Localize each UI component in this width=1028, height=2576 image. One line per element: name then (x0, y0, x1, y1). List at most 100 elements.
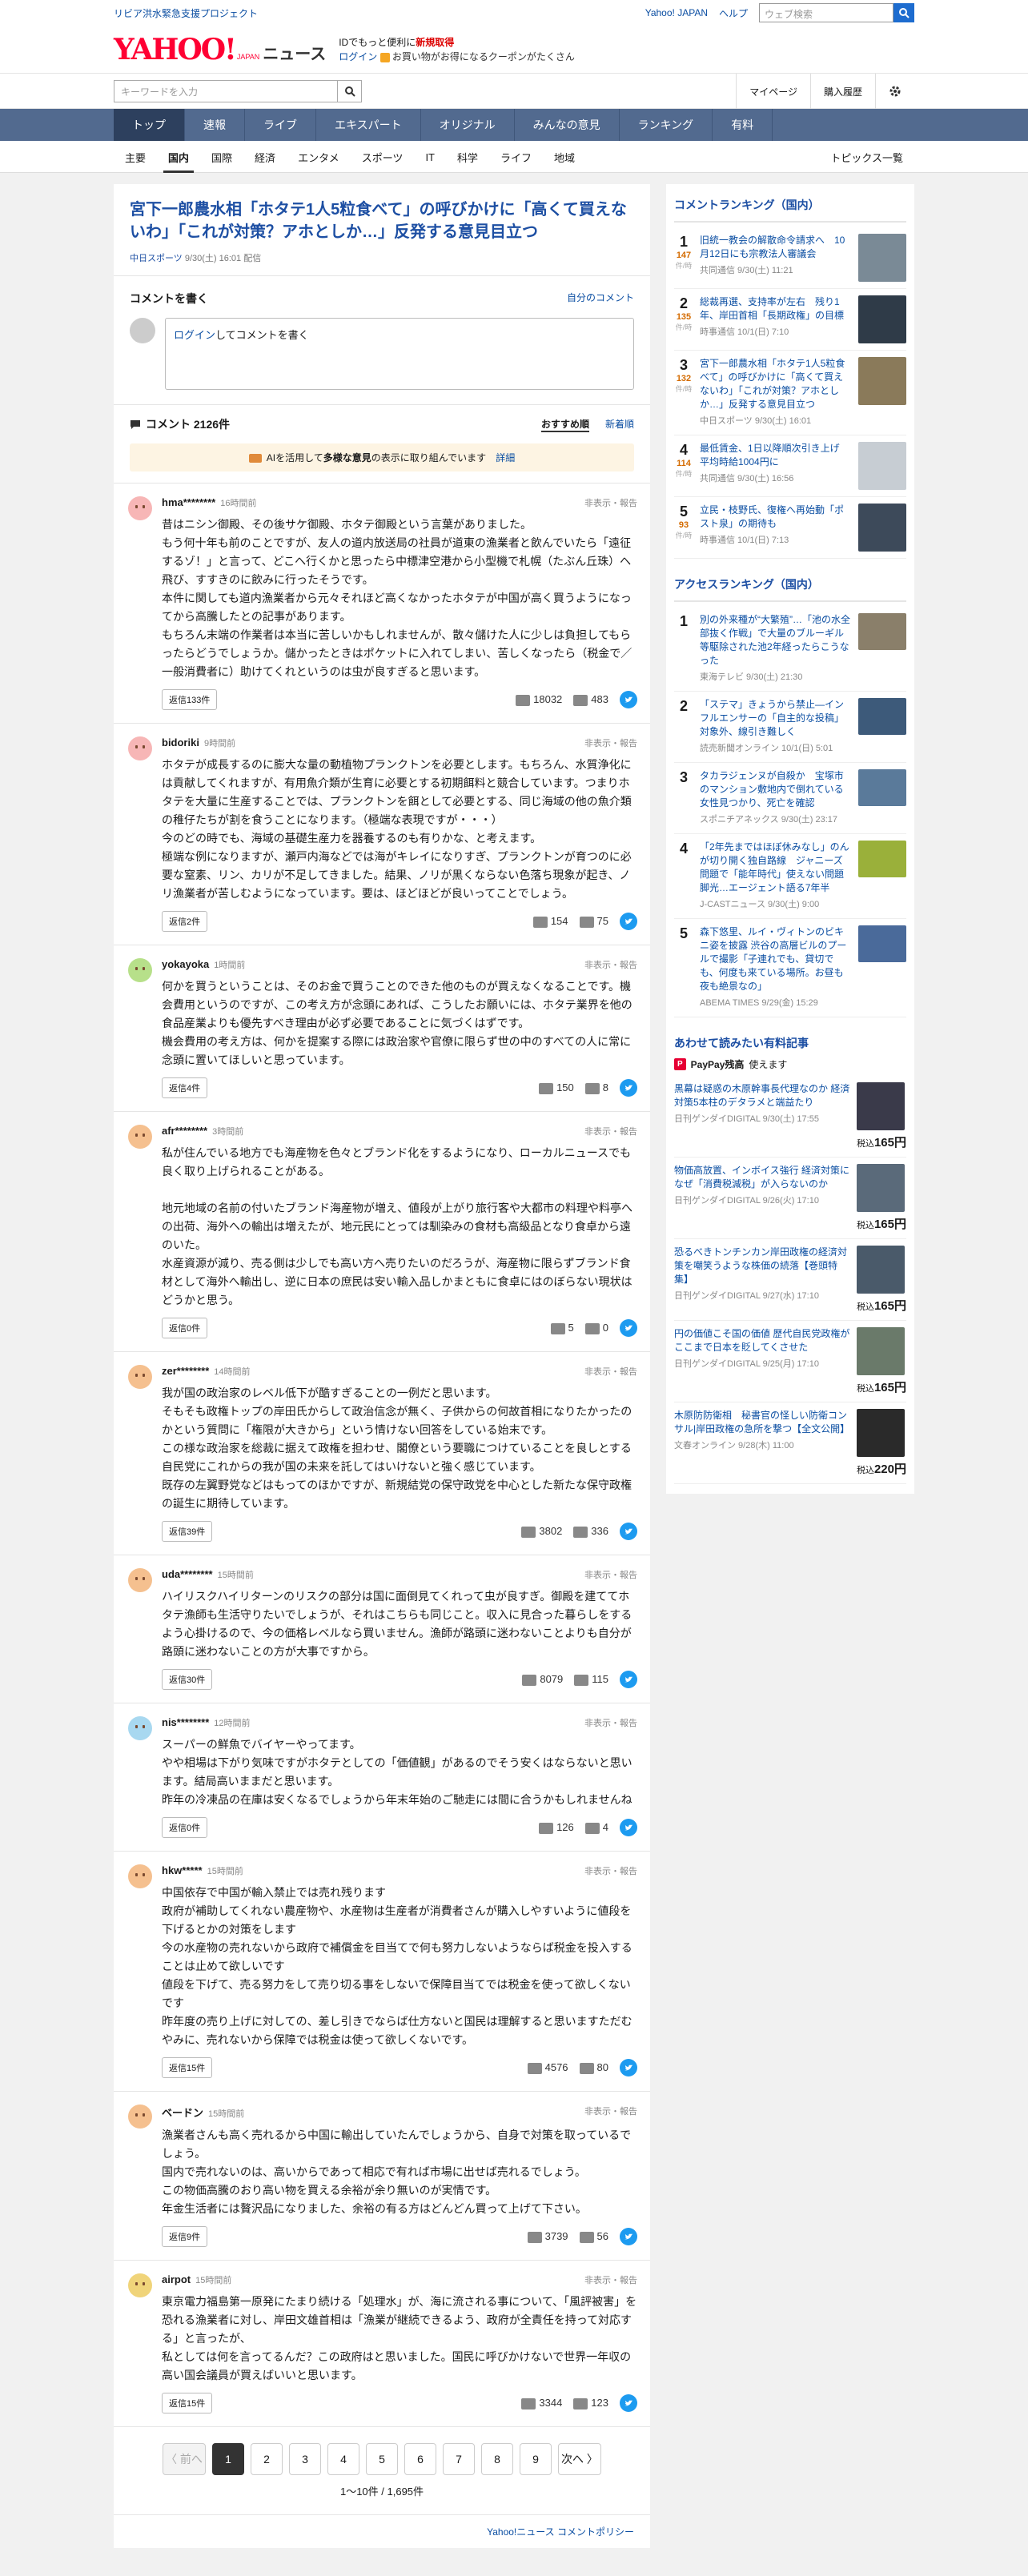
replies-button[interactable]: 返信15件 (162, 2057, 213, 2078)
signup-link[interactable]: 新規取得 (416, 37, 454, 48)
comment-user[interactable]: afr******** (162, 1125, 207, 1137)
empathize-button[interactable]: 154 (532, 915, 568, 928)
hide-report-link[interactable]: 非表示・報告 (584, 736, 637, 749)
ai-detail-link[interactable]: 詳細 (496, 452, 515, 463)
empathize-button[interactable]: 3344 (521, 2397, 562, 2409)
ranking-item[interactable]: 1 147 件/時 旧統一教会の解散命令請求へ 10月12日にも宗教法人審議会 共同通信… (674, 227, 906, 289)
ranking-item[interactable]: 5 森下悠里、ルイ・ヴィトンのビキニ姿を披露 渋谷の高層ビルのプールで撮影「子連れ… (674, 919, 906, 1017)
thumbnail-image[interactable] (856, 1327, 905, 1375)
comment-user[interactable]: zer******** (162, 1365, 209, 1377)
cat-life[interactable]: ライフ (489, 141, 543, 173)
cat-local[interactable]: 地域 (543, 141, 586, 173)
gnav-original[interactable]: オリジナル (421, 109, 515, 141)
empathize-button[interactable]: 150 (539, 1081, 574, 1094)
empathize-button[interactable]: 8079 (522, 1673, 563, 1686)
cat-science[interactable]: 科学 (446, 141, 489, 173)
ranking-title[interactable]: 立民・枝野氏、復権へ再始動「ポスト泉」の期待も (700, 504, 844, 529)
twitter-share-icon[interactable] (620, 2394, 637, 2412)
paid-article-item[interactable]: 黒幕は疑惑の木原幹事長代理なのか 経済対策5本柱のデタラメと端益たり 日刊ゲンダイ… (674, 1076, 906, 1158)
topics-list-link[interactable]: トピックス一覧 (819, 141, 914, 173)
page-2[interactable]: 2 (251, 2443, 283, 2475)
replies-button[interactable]: 返信30件 (162, 1669, 213, 1690)
empathize-button[interactable]: 18032 (516, 693, 562, 706)
twitter-share-icon[interactable] (620, 1523, 637, 1540)
thumbnail-image[interactable] (856, 1082, 905, 1130)
paid-article-item[interactable]: 円の価値こそ国の価値 歴代自民党政権がここまで日本を貶してくさせた 日刊ゲンダイD… (674, 1321, 906, 1402)
comment-user[interactable]: hma******** (162, 496, 215, 508)
comment-user[interactable]: hkw***** (162, 1864, 203, 1876)
empathize-button[interactable]: 4576 (527, 2061, 568, 2074)
article-source[interactable]: 中日スポーツ (130, 254, 183, 263)
ranking-title[interactable]: 「2年先まではほぼ休みなし」のんが切り開く独自路線 ジャニーズ問題で「能年時代」… (700, 841, 849, 893)
twitter-share-icon[interactable] (620, 2228, 637, 2245)
paid-article-title[interactable]: 黒幕は疑惑の木原幹事長代理なのか 経済対策5本柱のデタラメと端益たり (674, 1083, 849, 1108)
ranking-item[interactable]: 1 別の外来種が“大繁殖”…「池の水全部抜く作戦」で大量のブルーギル等駆除された池… (674, 607, 906, 692)
replies-button[interactable]: 返信9件 (162, 2226, 208, 2247)
disagree-button[interactable]: 56 (579, 2230, 608, 2243)
thumbnail-image[interactable] (858, 442, 906, 490)
replies-button[interactable]: 返信2件 (162, 911, 208, 932)
thumbnail-image[interactable] (858, 295, 906, 343)
page-5[interactable]: 5 (366, 2443, 398, 2475)
cat-entertainment[interactable]: エンタメ (287, 141, 351, 173)
comment-user[interactable]: uda******** (162, 1568, 213, 1580)
thumbnail-image[interactable] (858, 357, 906, 405)
page-9[interactable]: 9 (520, 2443, 552, 2475)
comment-user[interactable]: yokayoka (162, 958, 209, 970)
replies-button[interactable]: 返信15件 (162, 2393, 213, 2413)
compose-login-link[interactable]: ログイン (174, 329, 215, 341)
hide-report-link[interactable]: 非表示・報告 (584, 958, 637, 971)
disaster-support-link[interactable]: リビア洪水緊急支援プロジェクト (114, 6, 258, 20)
empathize-button[interactable]: 126 (539, 1821, 574, 1834)
hide-report-link[interactable]: 非表示・報告 (584, 1864, 637, 1877)
ranking-item[interactable]: 4 114 件/時 最低賃金、1日以降順次引き上げ 平均時給1004円に 共同通信 9/… (674, 435, 906, 497)
paid-article-title[interactable]: 物価高放置、インボイス強行 経済対策になぜ「消費税減税」が入らないのか (674, 1165, 849, 1190)
ranking-title[interactable]: 旧統一教会の解散命令請求へ 10月12日にも宗教法人審議会 (700, 235, 845, 259)
login-link[interactable]: ログイン (339, 51, 377, 62)
thumbnail-image[interactable] (858, 504, 906, 552)
disagree-button[interactable]: 4 (584, 1821, 608, 1834)
ranking-title[interactable]: 宮下一郎農水相「ホタテ1人5粒食べて」の呼びかけに「高くて買えないわ」「これが対… (700, 358, 845, 410)
settings-button[interactable] (875, 74, 914, 109)
cat-it[interactable]: IT (414, 141, 446, 173)
ranking-item[interactable]: 3 132 件/時 宮下一郎農水相「ホタテ1人5粒食べて」の呼びかけに「高くて買えない… (674, 351, 906, 435)
sort-recommended[interactable]: おすすめ順 (540, 417, 589, 432)
thumbnail-image[interactable] (858, 769, 906, 806)
comment-policy-link[interactable]: Yahoo!ニュース コメントポリシー (487, 2526, 634, 2538)
thumbnail-image[interactable] (858, 698, 906, 735)
thumbnail-image[interactable] (858, 925, 906, 962)
hide-report-link[interactable]: 非表示・報告 (584, 1365, 637, 1378)
twitter-share-icon[interactable] (620, 913, 637, 930)
paid-article-title[interactable]: 恐るべきトンチンカン岸田政権の経済対策を嘲笑うような株価の続落【巻頭特集】 (674, 1246, 847, 1285)
my-comments-link[interactable]: 自分のコメント (567, 291, 634, 307)
page-7[interactable]: 7 (443, 2443, 475, 2475)
ranking-title[interactable]: 総裁再選、支持率が左右 残り1年、岸田首相「長期政権」の目標 (700, 296, 844, 321)
paid-article-title[interactable]: 円の価値こそ国の価値 歴代自民党政権がここまで日本を貶してくさせた (674, 1328, 849, 1353)
comment-user[interactable]: airpot (162, 2273, 191, 2285)
ranking-title[interactable]: タカラジェンヌが自殺か 宝塚市のマンション敷地内で倒れている女性見つかり、死亡を… (700, 770, 844, 809)
disagree-button[interactable]: 80 (579, 2061, 608, 2074)
thumbnail-image[interactable] (856, 1164, 905, 1212)
comment-user[interactable]: bidoriki (162, 736, 199, 748)
replies-button[interactable]: 返信0件 (162, 1318, 208, 1338)
ranking-title[interactable]: 「ステマ」きょうから禁止―インフルエンサーの「自主的な投稿」対象外、線引き難しく (700, 699, 844, 737)
thumbnail-image[interactable] (858, 841, 906, 877)
page-8[interactable]: 8 (481, 2443, 513, 2475)
hide-report-link[interactable]: 非表示・報告 (584, 1568, 637, 1581)
replies-button[interactable]: 返信39件 (162, 1521, 213, 1542)
next-page-button[interactable]: 次へ 〉 (558, 2443, 601, 2475)
gnav-expert[interactable]: エキスパート (316, 109, 421, 141)
ranking-item[interactable]: 5 93 件/時 立民・枝野氏、復権へ再始動「ポスト泉」の期待も 時事通信 10/1(日… (674, 497, 906, 559)
empathize-button[interactable]: 5 (550, 1322, 574, 1334)
comment-input[interactable]: ログインしてコメントを書く (165, 318, 634, 390)
cat-domestic[interactable]: 国内 (157, 141, 200, 173)
ranking-item[interactable]: 3 タカラジェンヌが自殺か 宝塚市のマンション敷地内で倒れている女性見つかり、死亡… (674, 763, 906, 834)
ranking-item[interactable]: 2 「ステマ」きょうから禁止―インフルエンサーの「自主的な投稿」対象外、線引き難し… (674, 692, 906, 763)
twitter-share-icon[interactable] (620, 2059, 637, 2076)
replies-button[interactable]: 返信4件 (162, 1077, 208, 1098)
cat-economy[interactable]: 経済 (243, 141, 287, 173)
hide-report-link[interactable]: 非表示・報告 (584, 1125, 637, 1138)
gnav-ranking[interactable]: ランキング (620, 109, 713, 141)
cat-international[interactable]: 国際 (200, 141, 243, 173)
hide-report-link[interactable]: 非表示・報告 (584, 1716, 637, 1729)
